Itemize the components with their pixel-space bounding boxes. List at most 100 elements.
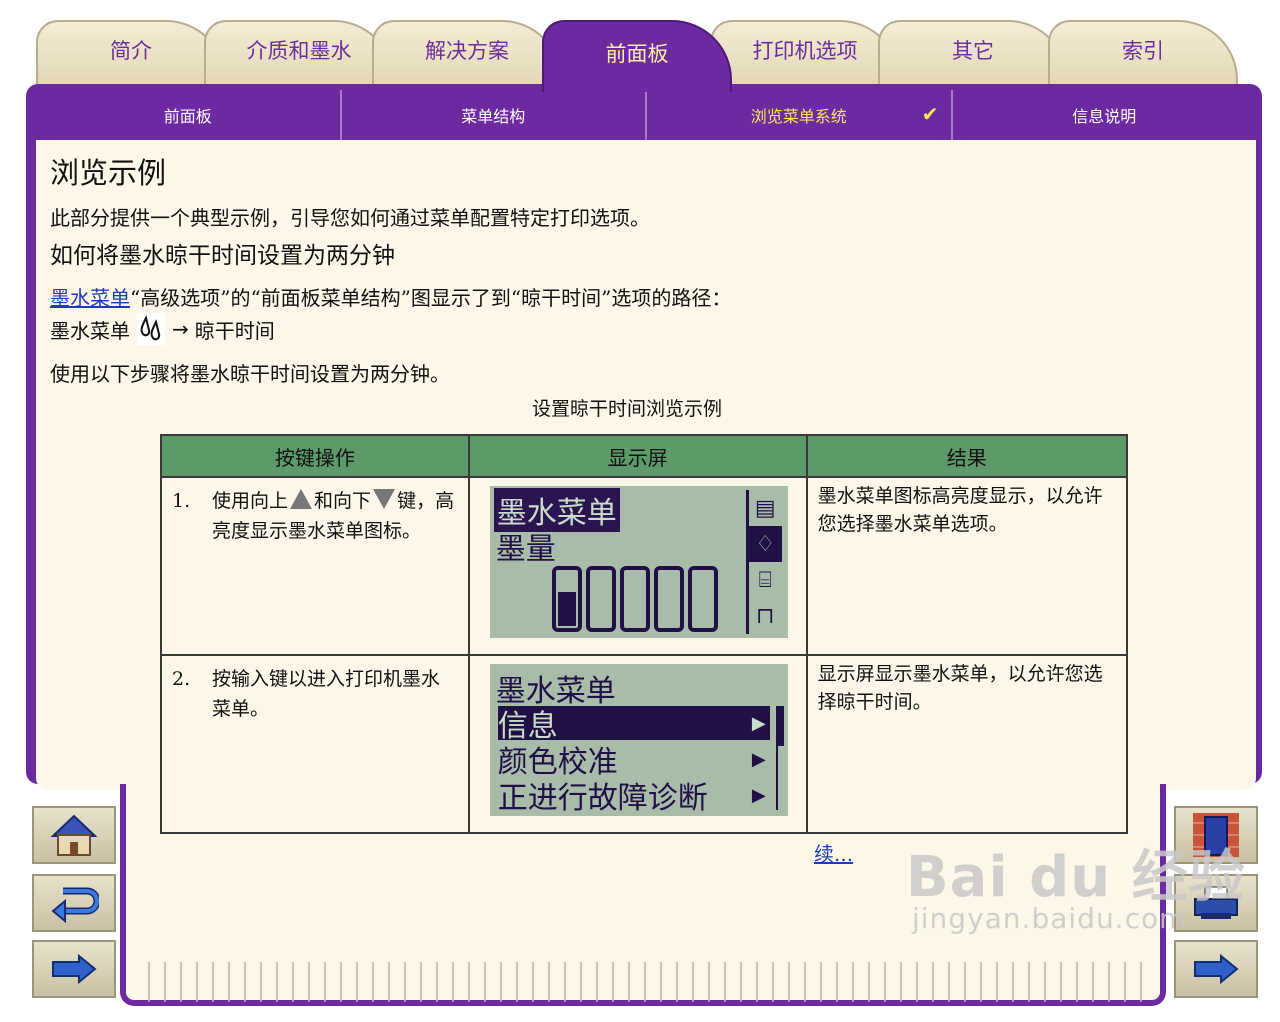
spiral-binding (140, 962, 1150, 1002)
subnav-navigate-menus[interactable]: 浏览菜单系统 ✔ (647, 90, 953, 140)
path-end: 晾干时间 (194, 318, 275, 343)
table-caption: 设置晾干时间浏览示例 (532, 398, 723, 420)
ink-level-bar (653, 566, 684, 632)
display-cell: 墨水菜单 墨量 ▤ ♢ ⌸ ⊓ (467, 476, 808, 656)
sub-navigation: 前面板 菜单结构 浏览菜单系统 ✔ 信息说明 (36, 90, 1256, 140)
section-heading: 如何将墨水晾干时间设置为两分钟 (50, 243, 395, 269)
menu-item-label: 正进行故障诊断 (497, 781, 708, 816)
tab-media-ink[interactable]: 介质和墨水 (204, 20, 394, 86)
lcd-ink-level-label: 墨量 (495, 532, 556, 567)
step-number: 2. (172, 668, 191, 690)
paper-icon: ▤ (754, 495, 776, 521)
tab-solutions[interactable]: 解决方案 (372, 20, 562, 86)
tab-front-panel[interactable]: 前面板 (542, 20, 732, 92)
text-fragment: 菜单选项。 (912, 513, 1008, 535)
down-triangle-icon (373, 489, 396, 509)
forward-button[interactable] (1174, 940, 1258, 998)
menu-path: 墨水菜单 → 晾干时间 (50, 312, 275, 346)
result-cell: 显示屏显示墨水菜单，以允许您选择晾干时间。 (805, 654, 1129, 834)
continue-link[interactable]: 续... (814, 838, 853, 867)
home-button[interactable] (32, 806, 116, 864)
tab-label: 其它 (952, 39, 994, 63)
pointing-hand-right-icon (52, 953, 97, 985)
step-text: 按输入键以进入打印机墨水菜单。 (212, 664, 458, 724)
steps-intro: 使用以下步骤将墨水晾干时间设置为两分钟。 (50, 362, 450, 386)
tab-label: 介质和墨水 (246, 39, 352, 63)
text-fragment: 显示屏显示 (817, 663, 913, 685)
scroll-thumb (777, 706, 784, 746)
step-action-cell: 2. 按输入键以进入打印机墨水菜单。 (160, 654, 470, 834)
table-row: 2. 按输入键以进入打印机墨水菜单。 墨水菜单 信息 ▶ 颜色校准 ▶ 正进行故障诊断… (160, 654, 1129, 834)
return-arrow-icon (51, 887, 99, 923)
tab-other[interactable]: 其它 (878, 20, 1068, 86)
back-button[interactable] (32, 874, 116, 932)
pointing-hand-right-icon (1194, 953, 1239, 985)
ink-label: 墨水 (402, 668, 441, 690)
path-paragraph: 墨水菜单“高级选项”的“前面板菜单结构”图显示了到“晾干时间”选项的路径： (50, 282, 731, 311)
lcd-menu-icons: ▤ ♢ ⌸ ⊓ (745, 490, 782, 634)
ink-level-bars (551, 566, 718, 632)
result-cell: 墨水菜单图标高亮度显示，以允许您选择墨水菜单选项。 (805, 476, 1129, 656)
text-fragment: 菜单。 (212, 698, 270, 720)
io-setup-icon: ⊓ (756, 603, 775, 629)
step-action-cell: 1. 使用向上 和向下 键，高亮度显示墨水菜单图标。 (160, 476, 470, 656)
ink-level-bar (585, 566, 616, 632)
ink-menu-link[interactable]: 墨水菜单 (50, 286, 130, 310)
home-icon (50, 814, 98, 856)
lcd-menu-item-info: 信息 ▶ (497, 706, 770, 744)
subnav-menu-structure[interactable]: 菜单结构 (342, 90, 647, 140)
ink-drops-icon (137, 313, 165, 345)
path-start: 墨水菜单 (50, 318, 130, 343)
tab-label: 索引 (1122, 39, 1164, 63)
steps-table: 按键操作 显示屏 结果 1. 使用向上 和向下 键，高亮度显示墨水菜单图标。 墨水菜单… (160, 434, 1129, 834)
tab-intro[interactable]: 简介 (36, 20, 226, 86)
lcd-menu-item-color-calibration: 颜色校准 ▶ (498, 742, 770, 780)
subnav-label: 信息说明 (1072, 107, 1137, 126)
down-key-label: 向下 (333, 490, 372, 512)
lcd-menu-item-troubleshooting: 正进行故障诊断 ▶ (498, 778, 770, 816)
lcd-scrollbar (775, 706, 784, 810)
text-fragment: 使用 (212, 490, 251, 512)
step-number: 1. (172, 490, 191, 512)
intro-paragraph: 此部分提供一个典型示例，引导您如何通过菜单配置特定打印选项。 (50, 206, 650, 230)
subnav-messages[interactable]: 信息说明 (953, 90, 1257, 140)
printer-setup-icon: ⌸ (758, 567, 772, 593)
baidu-watermark: Bai du 经验 jingyan.baidu.com (906, 832, 1246, 935)
text-fragment: 和 (314, 490, 334, 512)
top-tab-bar: 简介 介质和墨水 解决方案 打印机选项 其它 索引 前面板 (36, 20, 1260, 92)
path-description: “高级选项”的“前面板菜单结构”图显示了到“晾干时间”选项的路径： (130, 286, 732, 310)
check-icon: ✔ (921, 102, 939, 126)
header-key-action: 按键操作 (160, 434, 470, 478)
tab-label: 前面板 (605, 42, 669, 66)
text-fragment: 按 (212, 668, 232, 690)
tab-label: 解决方案 (425, 39, 509, 63)
right-arrow-icon: ▶ (751, 712, 766, 734)
step-text: 使用向上 和向下 键，高亮度显示墨水菜单图标。 (212, 486, 458, 546)
ink-label: 墨水 (817, 485, 856, 507)
ink-label: 墨水 (288, 520, 327, 542)
tab-printer-options[interactable]: 打印机选项 (710, 20, 900, 86)
path-arrow: → (172, 317, 189, 341)
text-fragment: 键以进入打印机 (269, 668, 403, 690)
subnav-label: 菜单结构 (461, 107, 526, 126)
subnav-front-panel[interactable]: 前面板 (36, 90, 342, 140)
tab-label: 简介 (110, 39, 152, 63)
ink-level-bar (687, 566, 718, 632)
ink-drops-icon: ♢ (748, 526, 782, 562)
table-row: 1. 使用向上 和向下 键，高亮度显示墨水菜单图标。 墨水菜单 墨量 ▤ ♢ ⌸… (160, 476, 1129, 656)
watermark-brand: Bai du 经验 (906, 845, 1246, 910)
page-title: 浏览示例 (50, 156, 167, 190)
header-result: 结果 (805, 434, 1129, 478)
right-arrow-icon: ▶ (751, 784, 766, 806)
header-display: 显示屏 (467, 434, 808, 478)
enter-key-label: 输入 (231, 668, 270, 690)
display-cell: 墨水菜单 信息 ▶ 颜色校准 ▶ 正进行故障诊断 ▶ (467, 654, 808, 834)
up-key-label: 向上 (250, 490, 289, 512)
tab-index[interactable]: 索引 (1048, 20, 1238, 86)
right-arrow-icon: ▶ (751, 748, 766, 770)
ink-label: 墨水 (912, 663, 951, 685)
ink-level-bar (551, 566, 582, 632)
tab-label: 打印机选项 (752, 39, 858, 63)
ink-level-bar (619, 566, 650, 632)
next-page-button[interactable] (32, 940, 116, 998)
